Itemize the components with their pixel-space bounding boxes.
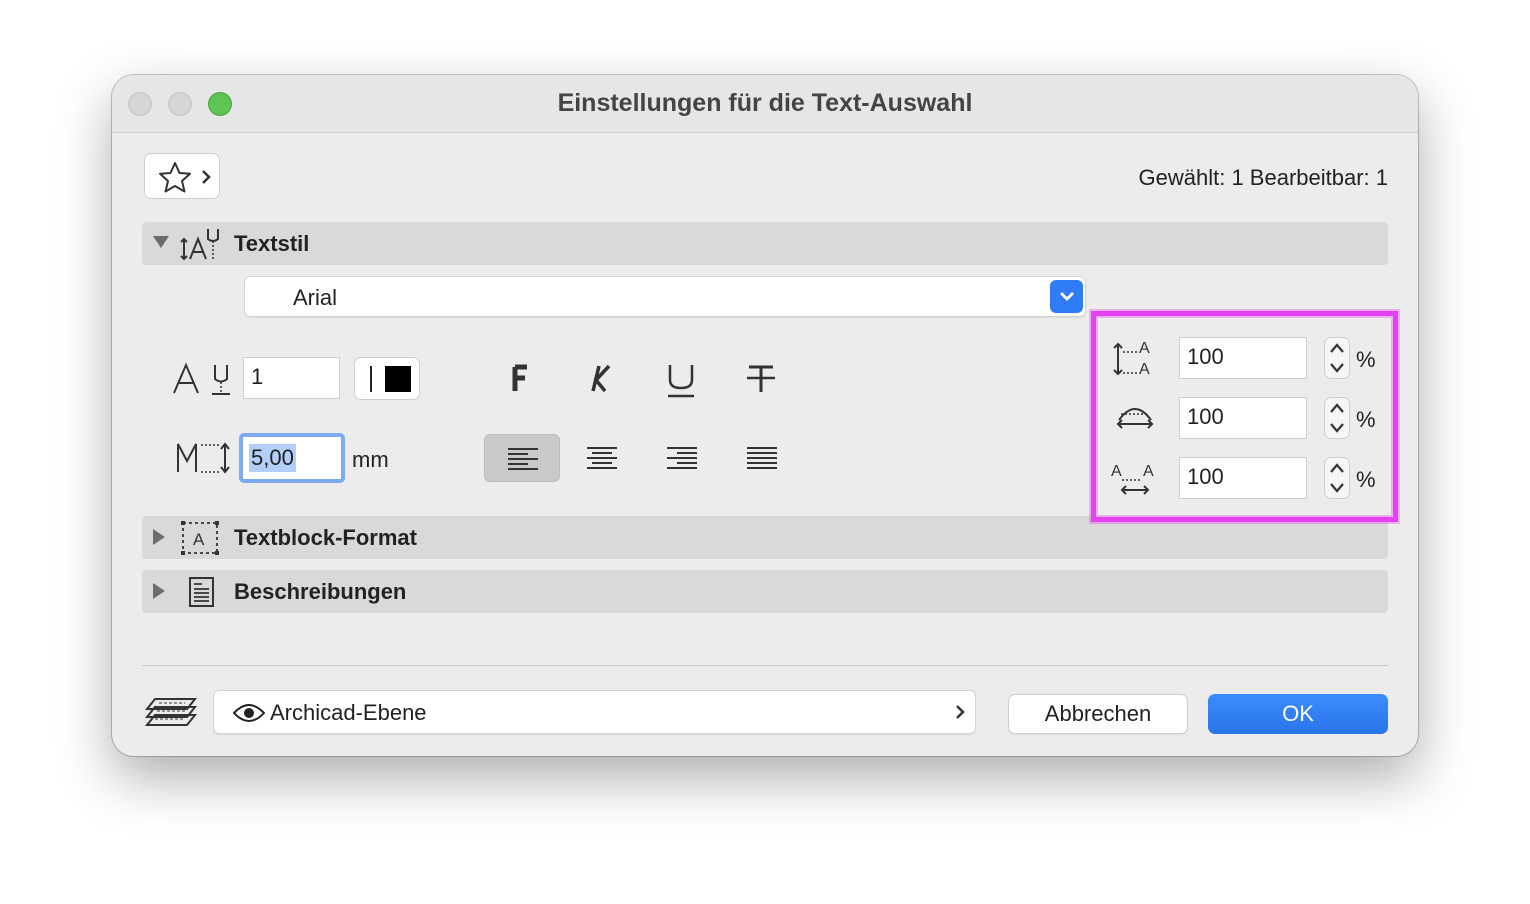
color-swatch-button[interactable] [354,357,420,400]
chevron-right-icon [956,705,965,719]
align-left-icon [508,448,538,470]
settings-dialog: Einstellungen für die Text-Auswahl Gewäh… [112,75,1418,756]
title-bar: Einstellungen für die Text-Auswahl [112,75,1418,133]
disclosure-collapsed-icon [153,529,165,545]
section-textblock-label: Textblock-Format [234,525,417,550]
window-title: Einstellungen für die Text-Auswahl [557,89,973,117]
section-textstil-label: Textstil [234,231,310,256]
star-icon [159,162,191,193]
section-textblock-format[interactable]: A Textblock-Format [142,516,1388,559]
text-block-icon: A [181,521,219,555]
text-size-value: 5,00 [249,444,296,472]
footer-divider [142,665,1388,666]
selection-info: Gewählt: 1 Bearbeitbar: 1 [1138,165,1388,190]
annotation-highlight-box [1091,311,1398,522]
chevron-down-icon [1060,292,1074,301]
bold-button[interactable] [498,356,544,402]
align-center-icon [587,447,617,469]
align-center-button[interactable] [564,434,640,482]
color-swatch-divider [370,366,372,392]
italic-icon [591,364,611,393]
strikethrough-icon [747,365,775,392]
cancel-button[interactable]: Abbrechen [1008,694,1188,734]
disclosure-collapsed-icon [153,583,165,599]
underline-button[interactable] [658,356,704,402]
align-justify-button[interactable] [724,434,800,482]
svg-text:A: A [193,530,205,549]
section-textstil[interactable]: Textstil [142,222,1388,265]
ok-button[interactable]: OK [1208,694,1388,734]
color-swatch [385,366,411,392]
text-style-icon [180,229,219,261]
align-right-button[interactable] [644,434,720,482]
pen-number-input[interactable]: 1 [243,357,340,399]
disclosure-expanded-icon [153,236,169,248]
italic-button[interactable] [578,356,624,402]
underline-icon [668,365,694,398]
section-beschreibungen-label: Beschreibungen [234,579,407,604]
text-size-icon [177,442,230,474]
pen-icon [173,362,230,395]
bold-icon [512,364,527,391]
favorites-button[interactable] [144,153,220,199]
layers-icon [145,698,197,726]
dropdown-arrow-button[interactable] [1050,280,1083,313]
text-size-unit: mm [352,447,389,472]
text-size-input[interactable]: 5,00 [239,433,345,483]
font-dropdown[interactable]: Arial [244,276,1086,317]
align-justify-icon [747,447,777,469]
strikethrough-button[interactable] [738,356,784,402]
document-icon [189,577,214,607]
section-beschreibungen[interactable]: Beschreibungen [142,570,1388,613]
font-name: Arial [293,285,338,310]
chevron-right-icon [202,170,211,184]
align-right-icon [667,447,697,469]
eye-icon [232,704,266,722]
layer-selector[interactable]: Archicad-Ebene [213,690,976,734]
layer-name: Archicad-Ebene [270,700,427,725]
align-left-button[interactable] [484,434,560,482]
